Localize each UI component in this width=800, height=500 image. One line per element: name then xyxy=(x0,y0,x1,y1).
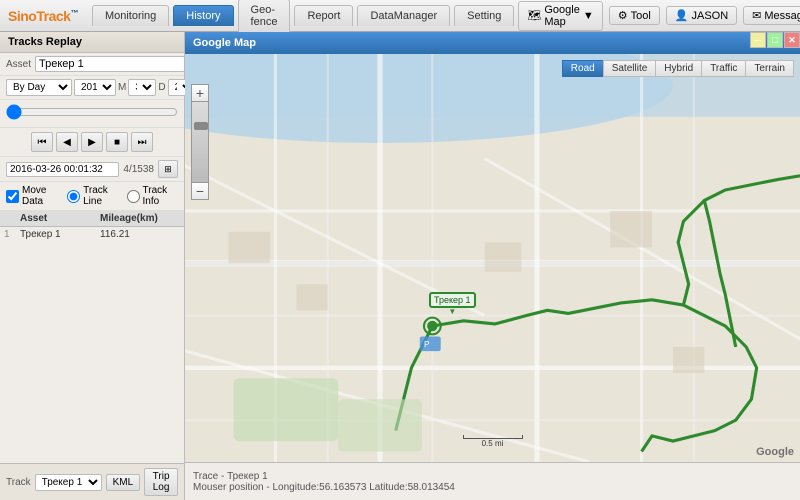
logo-trademark: ™ xyxy=(70,8,78,17)
period-select[interactable]: By Day By Week xyxy=(6,79,72,96)
logo: SinoTrack™ xyxy=(8,8,78,24)
tool-button[interactable]: ⚙ Tool xyxy=(609,6,660,25)
zoom-out-button[interactable]: − xyxy=(191,182,209,200)
map-type-road[interactable]: Road xyxy=(562,60,603,77)
scale-label: 0.5 mi xyxy=(482,439,504,448)
tab-setting[interactable]: Setting xyxy=(454,5,514,26)
map-container[interactable]: P Road Satellite Hybrid Traffic Terrain … xyxy=(185,54,800,462)
sidebar: Tracks Replay Asset Clear By Day By Week… xyxy=(0,32,185,500)
slider-row xyxy=(0,100,184,128)
track-asset-select[interactable]: Трекер 1 xyxy=(35,474,102,491)
col-num xyxy=(4,213,20,224)
map-type-bar: Road Satellite Hybrid Traffic Terrain xyxy=(562,60,794,77)
map-type-satellite[interactable]: Satellite xyxy=(603,60,656,77)
rewind-button[interactable]: ⏮ xyxy=(31,132,53,152)
zoom-slider[interactable] xyxy=(191,102,209,182)
status-line1: Trace - Трекер 1 xyxy=(193,471,792,482)
track-footer-label: Track xyxy=(6,477,31,488)
main-layout: Tracks Replay Asset Clear By Day By Week… xyxy=(0,32,800,500)
tab-report[interactable]: Report xyxy=(294,5,353,26)
col-mileage: Mileage(km) xyxy=(100,213,180,224)
logo-track: Track xyxy=(36,8,70,24)
month-select[interactable]: 3 xyxy=(128,79,156,96)
detail-button[interactable]: ⊞ xyxy=(158,160,178,178)
table-row: 1 Трекер 1 116.21 xyxy=(0,227,184,243)
sidebar-footer: Track Трекер 1 KML Trip Log xyxy=(0,463,184,500)
window-chrome: ─ □ ✕ xyxy=(750,32,800,48)
map-area: Google Map ─ □ ✕ xyxy=(185,32,800,500)
scale-bar: 0.5 mi xyxy=(463,435,523,448)
year-select[interactable]: 2016 xyxy=(74,79,116,96)
month-label: M xyxy=(118,82,126,93)
controls-row: ⏮ ◀ ▶ ■ ⏭ xyxy=(0,128,184,157)
count-value: 4/1538 xyxy=(123,164,154,175)
move-data-option[interactable]: Move Data xyxy=(6,185,61,207)
google-watermark: Google xyxy=(756,446,794,458)
user-button[interactable]: 👤 JASON xyxy=(666,6,737,25)
close-button[interactable]: ✕ xyxy=(784,32,800,48)
minimize-button[interactable]: ─ xyxy=(750,32,766,48)
table-header: Asset Mileage(km) xyxy=(0,211,184,227)
timestamp-value: 2016-03-26 00:01:32 xyxy=(6,162,119,177)
asset-row: Asset Clear xyxy=(0,53,184,76)
status-line2: Mouser position - Longitude:56.163573 La… xyxy=(193,482,792,493)
timestamp-row: 2016-03-26 00:01:32 4/1538 ⊞ xyxy=(0,157,184,182)
col-asset: Asset xyxy=(20,213,100,224)
prev-button[interactable]: ◀ xyxy=(56,132,78,152)
day-label: D xyxy=(158,82,165,93)
stop-button[interactable]: ■ xyxy=(106,132,128,152)
track-line-option[interactable]: Track Line xyxy=(67,185,120,207)
tab-datamanager[interactable]: DataManager xyxy=(357,5,450,26)
status-bar: Trace - Трекер 1 Mouser position - Longi… xyxy=(185,462,800,500)
fastforward-button[interactable]: ⏭ xyxy=(131,132,153,152)
date-row: By Day By Week 2016 M 3 D 26 xyxy=(0,76,184,100)
move-data-checkbox[interactable] xyxy=(6,190,19,203)
tracker-marker: Трекер 1 xyxy=(429,292,476,308)
options-row: Move Data Track Line Track Info xyxy=(0,182,184,211)
row-num: 1 xyxy=(4,229,20,240)
track-info-option[interactable]: Track Info xyxy=(127,185,178,207)
map-type-terrain[interactable]: Terrain xyxy=(745,60,794,77)
kml-button[interactable]: KML xyxy=(106,474,141,491)
track-line-radio[interactable] xyxy=(67,190,80,203)
play-button[interactable]: ▶ xyxy=(81,132,103,152)
playback-slider[interactable] xyxy=(6,104,178,120)
map-title: Google Map xyxy=(193,37,256,49)
map-type-hybrid[interactable]: Hybrid xyxy=(655,60,701,77)
tab-history[interactable]: History xyxy=(173,5,233,26)
asset-input[interactable] xyxy=(35,56,185,72)
top-bar: SinoTrack™ Monitoring History Geo-fence … xyxy=(0,0,800,32)
asset-label: Asset xyxy=(6,59,31,70)
maximize-button[interactable]: □ xyxy=(767,32,783,48)
message-button[interactable]: ✉ Message xyxy=(743,6,800,25)
top-right: 🗺 Google Map ▼ ⚙ Tool 👤 JASON ✉ Message … xyxy=(518,1,800,31)
trip-log-button[interactable]: Trip Log xyxy=(144,468,178,496)
row-mileage: 116.21 xyxy=(100,229,180,240)
map-titlebar: Google Map ─ □ ✕ xyxy=(185,32,800,54)
logo-sino: Sino xyxy=(8,8,36,24)
zoom-handle xyxy=(194,122,208,130)
zoom-controls: + − xyxy=(191,84,209,200)
tab-monitoring[interactable]: Monitoring xyxy=(92,5,169,26)
row-asset: Трекер 1 xyxy=(20,229,100,240)
tab-geofence[interactable]: Geo-fence xyxy=(238,0,291,32)
svg-text:P: P xyxy=(424,339,430,349)
map-type-traffic[interactable]: Traffic xyxy=(701,60,745,77)
map-selector[interactable]: 🗺 Google Map ▼ xyxy=(518,1,602,31)
sidebar-title: Tracks Replay xyxy=(0,32,184,53)
map-svg: P xyxy=(185,54,800,462)
zoom-in-button[interactable]: + xyxy=(191,84,209,102)
track-info-radio[interactable] xyxy=(127,190,140,203)
